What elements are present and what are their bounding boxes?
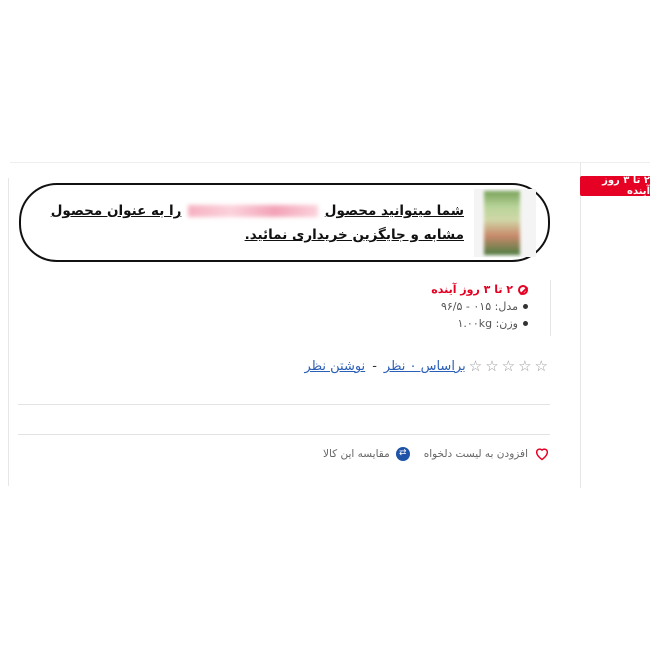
notice-prefix[interactable]: شما میتوانید محصول: [325, 203, 464, 219]
compare-icon: ⇄: [395, 446, 410, 461]
panel-border: [8, 178, 9, 486]
rating-row: ☆ ☆ ☆ ☆ ☆ براساس ۰ نظر - نوشتن نظر: [296, 357, 548, 375]
bullet-icon: [523, 304, 528, 309]
star-icon: ☆: [518, 357, 532, 375]
star-icon: ☆: [534, 357, 548, 375]
spec-model-label: مدل: ۰۱۵ - ۹۶/۵: [440, 300, 518, 313]
bullet-icon: [523, 321, 528, 326]
product-info: ۲ تا ۳ روز آینده مدل: ۰۱۵ - ۹۶/۵ وزن: ۱.…: [300, 281, 528, 332]
info-divider: [550, 280, 551, 336]
star-icon: ☆: [501, 357, 516, 375]
reviews-count-link[interactable]: براساس ۰ نظر: [384, 359, 466, 374]
wishlist-label: افزودن به لیست دلخواه: [423, 447, 528, 460]
rating-separator: -: [372, 359, 377, 374]
hidden-product-name[interactable]: [188, 205, 319, 217]
divider: [18, 404, 550, 405]
compare-label: مقایسه این کالا: [322, 447, 390, 460]
stock-label: ۲ تا ۳ روز آینده: [431, 283, 513, 296]
product-actions: افزودن به لیست دلخواه ⇄ مقایسه این کالا: [322, 446, 550, 461]
spec-weight: وزن: ۱.۰۰kg: [300, 315, 528, 332]
spec-model: مدل: ۰۱۵ - ۹۶/۵: [300, 298, 528, 315]
side-column: [580, 162, 650, 488]
product-image: [484, 191, 520, 255]
wishlist-button[interactable]: افزودن به لیست دلخواه: [424, 446, 550, 461]
star-icon: ☆: [485, 357, 499, 375]
ban-icon: [518, 284, 528, 295]
spec-weight-label: وزن: ۱.۰۰kg: [457, 317, 518, 330]
delivery-tag: ۲ تا ۳ روز آینده: [580, 175, 650, 197]
notice-text[interactable]: شما میتوانید محصول را به عنوان محصول مشا…: [28, 199, 464, 247]
star-icon: ☆: [468, 357, 483, 375]
product-thumbnail[interactable]: [474, 189, 536, 257]
stock-status: ۲ تا ۳ روز آینده: [300, 281, 528, 298]
divider: [18, 434, 550, 435]
write-review-link[interactable]: نوشتن نظر: [305, 359, 366, 374]
compare-button[interactable]: ⇄ مقایسه این کالا: [322, 446, 410, 461]
heart-icon: [535, 448, 549, 461]
